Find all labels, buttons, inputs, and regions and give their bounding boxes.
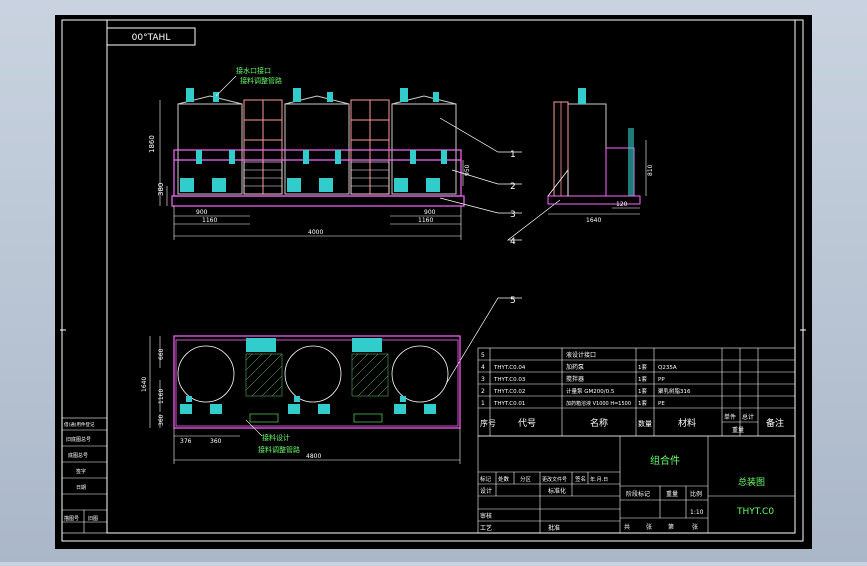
tb-label-mark: 标记 — [480, 475, 492, 483]
tb-label-signature: 签名 — [575, 475, 586, 483]
bom-row-3-material: PP — [658, 377, 665, 383]
drawing-canvas: 00°TAHL 接水口接口 接料调整管路 1860 380 900 900 11… — [55, 15, 812, 549]
top-annotation-2: 接料调整管路 — [258, 445, 300, 454]
bom-row-5-name: 液设计接口 — [566, 351, 596, 359]
bom-row-3-name: 搅拌器 — [566, 375, 584, 383]
bom-header-material: 材料 — [678, 417, 696, 429]
bom-row-4-qty: 1套 — [638, 363, 647, 371]
tb-label-change-doc: 更改文件号 — [542, 476, 567, 483]
side-table-footer-left: 描图号 — [64, 515, 79, 522]
tb-scale: 比例 — [690, 490, 702, 498]
dim-width-total: 4000 — [308, 229, 323, 236]
tb-weight: 重量 — [666, 490, 678, 498]
bom-row-2-code: THYT.C0.02 — [493, 389, 525, 395]
tb-sheet-total: 共 — [624, 523, 630, 531]
callout-5: 5 — [510, 296, 516, 306]
top-dim-bottom-2: 360 — [210, 438, 222, 445]
bom-header-note: 备注 — [766, 417, 784, 429]
callout-2: 2 — [510, 182, 516, 192]
tb-design: 设计 — [480, 487, 492, 495]
dim-width-left: 900 — [196, 209, 208, 216]
drawing-name: 总装图 — [738, 476, 765, 488]
tb-standard: 标准化 — [548, 487, 566, 495]
side-dim-width: 1640 — [586, 217, 601, 224]
bom-row-4-no: 4 — [481, 364, 485, 371]
motor-2 — [293, 88, 301, 102]
top-dim-bottom-1: 376 — [180, 438, 192, 445]
top-annotation-1: 接料设计 — [262, 433, 290, 442]
front-annotation-1: 接水口接口 — [236, 66, 271, 75]
dim-height-base: 380 — [157, 183, 165, 196]
tb-label-date: 年.月.日 — [590, 476, 608, 483]
tb-review: 审核 — [480, 512, 492, 520]
tb-process: 工艺 — [480, 524, 492, 532]
bom-header-unit-weight: 单件 — [724, 413, 736, 421]
title-box-text: 00°TAHL — [132, 33, 171, 43]
bom-row-2-material: 聚乳树脂316 — [658, 387, 691, 395]
side-table-row-3: 底图总号 — [68, 452, 88, 459]
tb-sheet-label-2: 张 — [692, 523, 698, 531]
top-dim-left-3: 1160 — [158, 389, 165, 404]
bom-row-5-no: 5 — [481, 352, 485, 359]
side-dim-height: 810 — [647, 164, 654, 176]
bom-row-2-name: 计量泵 GM200/0.5 — [566, 387, 615, 395]
side-table-row-1: 借(通)用件登记 — [64, 421, 95, 428]
tb-sheet-label: 张 — [646, 523, 652, 531]
side-table-row-2: 旧底图总号 — [66, 436, 91, 443]
dim-height-total: 1860 — [148, 135, 156, 153]
dim-width-right2: 1160 — [418, 217, 433, 224]
dim-width-right: 900 — [424, 209, 436, 216]
bom-row-1-material: PE — [658, 401, 665, 407]
bom-row-2-qty: 1套 — [638, 387, 647, 395]
bom-header-weight: 重量 — [732, 426, 744, 434]
bom-row-3-qty: 1套 — [638, 375, 647, 383]
top-dim-left-2: 1640 — [141, 377, 148, 392]
motor-3 — [400, 88, 408, 102]
tb-stage-mark: 阶段标记 — [626, 490, 650, 498]
cad-viewport: 00°TAHL 接水口接口 接料调整管路 1860 380 900 900 11… — [0, 0, 867, 562]
bom-row-4-name: 加药泵 — [566, 363, 584, 371]
bom-row-1-qty: 1套 — [638, 399, 647, 407]
top-dim-left-1: 660 — [158, 348, 165, 360]
motor-1 — [186, 88, 194, 102]
bom-row-1-no: 1 — [481, 400, 485, 407]
tb-approve: 批准 — [548, 524, 560, 532]
tb-scale-value: 1:10 — [690, 509, 704, 516]
tb-label-count: 处数 — [498, 475, 510, 483]
side-table-footer-right: 旧图 — [88, 515, 98, 522]
bom-header-code: 代号 — [518, 418, 536, 429]
callout-4: 4 — [510, 237, 516, 247]
bom-row-1-code: THYT.C0.01 — [493, 401, 525, 407]
top-dim-bottom-total: 4800 — [306, 453, 321, 460]
bom-row-4-code: THYT.C0.04 — [493, 365, 526, 371]
drawing-number: THYT.C0 — [736, 507, 774, 517]
callout-3: 3 — [510, 210, 516, 220]
bom-row-4-material: Q235A — [658, 365, 677, 371]
side-table-row-5: 日期 — [76, 485, 86, 491]
bom-header-no: 序号 — [480, 418, 496, 428]
side-table-row-4: 签字 — [76, 468, 86, 475]
front-annotation-2: 接料调整管路 — [240, 76, 282, 85]
assembly-label: 组合件 — [650, 454, 680, 467]
callout-1: 1 — [510, 150, 516, 160]
bom-header-qty: 数量 — [638, 419, 652, 428]
tb-sheet-no: 第 — [668, 523, 674, 531]
dim-width-left2: 1160 — [202, 217, 217, 224]
bom-row-3-no: 3 — [481, 376, 485, 383]
bom-row-3-code: THYT.C0.03 — [493, 377, 526, 383]
top-dim-left-4: 360 — [158, 414, 165, 426]
bom-header-name: 名称 — [590, 417, 608, 429]
bom-header-total-weight: 总计 — [742, 413, 754, 421]
tb-label-zone: 分区 — [520, 475, 532, 483]
bom-row-2-no: 2 — [481, 388, 485, 395]
side-dim-inner: 120 — [616, 201, 628, 208]
bom-row-1-name: 加药箱溶液 V1000 H=1500 — [566, 400, 631, 407]
